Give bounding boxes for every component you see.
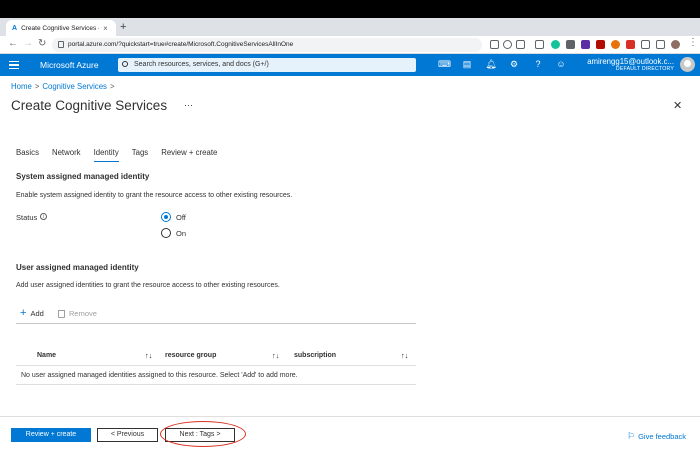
grammarly-icon[interactable]: [551, 40, 560, 49]
breadcrumb-service[interactable]: Cognitive Services: [42, 82, 107, 91]
divider: [16, 323, 416, 324]
settings-icon[interactable]: ⚙: [508, 59, 520, 70]
feedback-header-icon[interactable]: ☺: [555, 59, 567, 69]
previous-button[interactable]: < Previous: [97, 428, 158, 442]
column-resource-group[interactable]: resource group: [165, 352, 216, 359]
status-on-label[interactable]: On: [176, 229, 186, 238]
close-icon[interactable]: ✕: [673, 99, 682, 112]
table-header: Name ↑↓ resource group ↑↓ subscription ↑…: [16, 350, 416, 365]
extension-purple-icon[interactable]: [581, 40, 590, 49]
account-name: amirengg15@outlook.c...: [587, 57, 674, 66]
sort-icon[interactable]: ↑↓: [401, 351, 409, 360]
avatar[interactable]: [680, 57, 695, 72]
tab-review-create[interactable]: Review + create: [161, 146, 217, 162]
top-bar: [0, 0, 700, 18]
remove-label: Remove: [69, 309, 97, 318]
divider: [16, 384, 416, 385]
remove-identity-button[interactable]: Remove: [58, 309, 97, 318]
sidebar-icon[interactable]: [656, 40, 665, 49]
profile-icon[interactable]: [671, 40, 680, 49]
tab-tags[interactable]: Tags: [132, 146, 148, 162]
cloud-shell-icon[interactable]: ⌨: [438, 59, 451, 70]
add-identity-button[interactable]: + Add: [20, 307, 44, 319]
divider: [16, 365, 416, 366]
sort-icon[interactable]: ↑↓: [272, 351, 280, 360]
forward-icon[interactable]: →: [23, 38, 33, 49]
plus-icon: +: [20, 307, 27, 319]
global-search-input[interactable]: Search resources, services, and docs (G+…: [118, 58, 416, 72]
directory-filter-icon[interactable]: ▤: [461, 59, 473, 70]
highlight-annotation: [160, 421, 246, 447]
add-label: Add: [30, 309, 44, 318]
give-feedback-link[interactable]: ⚐ Give feedback: [627, 431, 686, 442]
status-off-label[interactable]: Off: [176, 213, 186, 222]
share-icon[interactable]: [490, 40, 499, 49]
help-icon[interactable]: ?: [532, 59, 544, 69]
account-directory: DEFAULT DIRECTORY: [615, 66, 674, 72]
search-icon: [122, 61, 128, 67]
wizard-tabs: Basics Network Identity Tags Review + cr…: [16, 146, 230, 162]
azure-favicon: A: [12, 24, 18, 32]
breadcrumb: Home > Cognitive Services >: [11, 82, 118, 91]
breadcrumb-separator: >: [34, 82, 40, 91]
status-off-radio[interactable]: [161, 212, 171, 222]
back-icon[interactable]: ←: [8, 38, 18, 49]
extension-icon[interactable]: [535, 40, 544, 49]
breadcrumb-separator: >: [109, 82, 115, 91]
column-name[interactable]: Name: [37, 352, 56, 359]
page-title: Create Cognitive Services: [11, 98, 168, 113]
close-tab-icon[interactable]: ×: [103, 24, 108, 33]
user-identity-description: Add user assigned identities to grant th…: [16, 282, 280, 289]
menu-dots-icon[interactable]: ⋮: [688, 37, 698, 48]
brand-label[interactable]: Microsoft Azure: [40, 60, 99, 70]
trash-icon: [58, 309, 65, 318]
extension-red-icon[interactable]: [626, 40, 635, 49]
sort-icon[interactable]: ↑↓: [145, 351, 153, 360]
info-icon[interactable]: i: [40, 213, 47, 220]
breadcrumb-home[interactable]: Home: [11, 82, 32, 91]
column-subscription[interactable]: subscription: [294, 352, 336, 359]
feedback-icon: ⚐: [627, 431, 636, 441]
tab-network[interactable]: Network: [52, 146, 81, 162]
url-field[interactable]: portal.azure.com/?quickstart=true#create…: [52, 38, 482, 52]
pdf-icon[interactable]: [596, 40, 605, 49]
new-tab-icon[interactable]: +: [120, 21, 126, 33]
empty-table-message: No user assigned managed identities assi…: [21, 372, 298, 379]
user-identity-heading: User assigned managed identity: [16, 263, 139, 272]
tab-identity[interactable]: Identity: [93, 146, 119, 162]
notifications-icon[interactable]: 🔔︎: [485, 59, 497, 70]
hamburger-menu-icon[interactable]: [9, 61, 19, 69]
status-label: Status: [16, 213, 38, 222]
system-identity-description: Enable system assigned identity to grant…: [16, 192, 293, 199]
footer-divider: [0, 416, 700, 417]
account-info[interactable]: amirengg15@outlook.c... DEFAULT DIRECTOR…: [587, 57, 674, 73]
more-options-icon[interactable]: ···: [184, 100, 193, 110]
camera-icon[interactable]: [566, 40, 575, 49]
puzzle-icon[interactable]: [641, 40, 650, 49]
reload-icon[interactable]: ↻: [38, 38, 46, 49]
feedback-label: Give feedback: [638, 432, 687, 441]
browser-tab[interactable]: A Create Cognitive Services - M ×: [6, 20, 116, 36]
review-create-button[interactable]: Review + create: [11, 428, 91, 442]
status-on-radio[interactable]: [161, 228, 171, 238]
tab-basics[interactable]: Basics: [16, 146, 39, 162]
zoom-icon[interactable]: [503, 40, 512, 49]
bookmark-icon[interactable]: [516, 40, 525, 49]
extension-orange-icon[interactable]: [611, 40, 620, 49]
browser-tab-title: Create Cognitive Services - M: [21, 24, 100, 32]
system-identity-heading: System assigned managed identity: [16, 172, 150, 181]
lock-icon[interactable]: [58, 41, 64, 48]
